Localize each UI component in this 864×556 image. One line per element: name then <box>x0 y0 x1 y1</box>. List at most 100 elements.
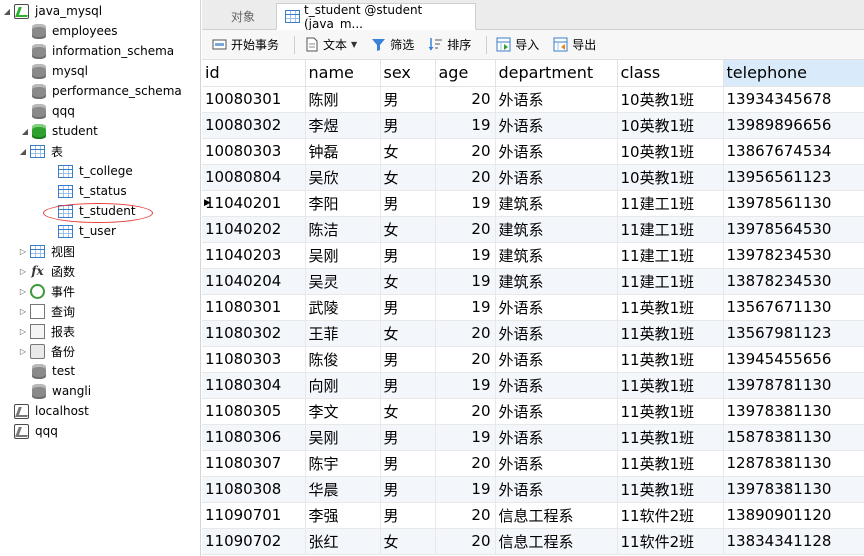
cell-department[interactable]: 外语系 <box>495 320 618 347</box>
cell-name[interactable]: 华晨 <box>305 476 381 503</box>
cell-department[interactable]: 建筑系 <box>495 242 618 269</box>
cell-sex[interactable]: 男 <box>380 294 436 321</box>
cell-class[interactable]: 11软件2班 <box>617 528 724 555</box>
cell-sex[interactable]: 女 <box>380 398 436 425</box>
collapse-arrow-icon[interactable]: ▷ <box>18 306 28 316</box>
tree-item[interactable]: ▷ 备份 <box>18 341 75 361</box>
cell-class[interactable]: 11英教1班 <box>617 424 724 451</box>
cell-class[interactable]: 11英教1班 <box>617 346 724 373</box>
cell-name[interactable]: 张红 <box>305 528 381 555</box>
collapse-arrow-icon[interactable]: ▷ <box>18 266 28 276</box>
text-button[interactable]: 文本 ▼ <box>300 33 361 57</box>
column-header-age[interactable]: age <box>435 60 496 87</box>
tree-item-mysql[interactable]: mysql <box>20 61 88 81</box>
tree-item[interactable]: ▷ 报表 <box>18 321 75 341</box>
cell-age[interactable]: 20 <box>435 450 496 477</box>
cell-id[interactable]: 11080306 <box>202 424 306 451</box>
cell-department[interactable]: 信息工程系 <box>495 502 618 529</box>
begin-transaction-button[interactable]: 开始事务 <box>208 33 283 57</box>
cell-class[interactable]: 11英教1班 <box>617 398 724 425</box>
cell-id[interactable]: 11090702 <box>202 528 306 555</box>
cell-id[interactable]: 11040201 <box>202 190 306 217</box>
cell-age[interactable]: 20 <box>435 86 496 113</box>
sort-button[interactable]: 排序 <box>424 33 475 57</box>
cell-name[interactable]: 吴灵 <box>305 268 381 295</box>
cell-age[interactable]: 19 <box>435 424 496 451</box>
cell-age[interactable]: 19 <box>435 190 496 217</box>
tree-item-t_status[interactable]: t_status <box>46 181 127 201</box>
tree-item-student[interactable]: ◢ student <box>20 121 98 141</box>
cell-id[interactable]: 11080305 <box>202 398 306 425</box>
collapse-arrow-icon[interactable]: ▷ <box>18 326 28 336</box>
tree-item[interactable]: ▷ 事件 <box>18 281 75 301</box>
cell-id[interactable]: 11080304 <box>202 372 306 399</box>
navigation-tree[interactable]: ◢ java_mysql employees information_schema my… <box>0 0 201 556</box>
cell-class[interactable]: 11软件2班 <box>617 502 724 529</box>
cell-id[interactable]: 10080302 <box>202 112 306 139</box>
cell-class[interactable]: 11英教1班 <box>617 320 724 347</box>
tree-item-wangli[interactable]: wangli <box>20 381 91 401</box>
cell-sex[interactable]: 女 <box>380 164 436 191</box>
cell-sex[interactable]: 男 <box>380 242 436 269</box>
cell-name[interactable]: 陈宇 <box>305 450 381 477</box>
cell-telephone[interactable]: 13956561123 <box>723 164 864 191</box>
cell-name[interactable]: 武陵 <box>305 294 381 321</box>
cell-id[interactable]: 11040202 <box>202 216 306 243</box>
cell-name[interactable]: 吴欣 <box>305 164 381 191</box>
cell-telephone[interactable]: 13567671130 <box>723 294 864 321</box>
cell-name[interactable]: 王菲 <box>305 320 381 347</box>
collapse-arrow-icon[interactable]: ▷ <box>18 286 28 296</box>
cell-id[interactable]: 10080301 <box>202 86 306 113</box>
cell-department[interactable]: 建筑系 <box>495 216 618 243</box>
cell-telephone[interactable]: 13945455656 <box>723 346 864 373</box>
table-row[interactable]: 11080302 王菲女 20 外语系 11英教1班 13567981123 <box>202 320 864 347</box>
cell-age[interactable]: 20 <box>435 346 496 373</box>
cell-age[interactable]: 19 <box>435 268 496 295</box>
cell-telephone[interactable]: 13978234530 <box>723 242 864 269</box>
tree-item[interactable]: ◢ 表 <box>18 141 63 161</box>
table-row[interactable]: 11080308 华晨男 19 外语系 11英教1班 13978381130 <box>202 476 864 503</box>
cell-class[interactable]: 11建工1班 <box>617 242 724 269</box>
tree-item[interactable]: ▷ fx 函数 <box>18 261 75 281</box>
cell-telephone[interactable]: 13978381130 <box>723 398 864 425</box>
cell-class[interactable]: 11建工1班 <box>617 216 724 243</box>
table-row[interactable]: 10080302 李煜男 19 外语系 10英教1班 13989896656 <box>202 112 864 139</box>
cell-age[interactable]: 20 <box>435 320 496 347</box>
cell-class[interactable]: 10英教1班 <box>617 112 724 139</box>
tree-item-t_college[interactable]: t_college <box>46 161 133 181</box>
cell-name[interactable]: 钟磊 <box>305 138 381 165</box>
cell-sex[interactable]: 男 <box>380 86 436 113</box>
tree-item[interactable]: ▷ 视图 <box>18 241 75 261</box>
cell-class[interactable]: 11建工1班 <box>617 268 724 295</box>
tree-item-t_student[interactable]: t_student <box>46 201 136 221</box>
cell-telephone[interactable]: 12878381130 <box>723 450 864 477</box>
cell-department[interactable]: 外语系 <box>495 112 618 139</box>
tree-item[interactable]: ▷ 查询 <box>18 301 75 321</box>
collapse-arrow-icon[interactable]: ▷ <box>18 246 28 256</box>
table-row[interactable]: 11040202 陈洁女 20 建筑系 11建工1班 13978564530 <box>202 216 864 243</box>
cell-sex[interactable]: 女 <box>380 138 436 165</box>
cell-class[interactable]: 11英教1班 <box>617 372 724 399</box>
cell-id[interactable]: 11080303 <box>202 346 306 373</box>
cell-id[interactable]: 11090701 <box>202 502 306 529</box>
cell-id[interactable]: 11040203 <box>202 242 306 269</box>
tree-item-test[interactable]: test <box>20 361 75 381</box>
cell-id[interactable]: 10080804 <box>202 164 306 191</box>
cell-sex[interactable]: 男 <box>380 346 436 373</box>
cell-sex[interactable]: 女 <box>380 320 436 347</box>
tree-item-information_schema[interactable]: information_schema <box>20 41 174 61</box>
cell-age[interactable]: 19 <box>435 372 496 399</box>
cell-telephone[interactable]: 13890901120 <box>723 502 864 529</box>
filter-button[interactable]: 筛选 <box>367 33 418 57</box>
cell-age[interactable]: 20 <box>435 528 496 555</box>
cell-telephone[interactable]: 13934345678 <box>723 86 864 113</box>
cell-department[interactable]: 信息工程系 <box>495 528 618 555</box>
expand-arrow-icon[interactable]: ◢ <box>20 126 30 136</box>
column-header-class[interactable]: class <box>617 60 724 87</box>
tree-item-performance_schema[interactable]: performance_schema <box>20 81 182 101</box>
table-row[interactable]: 11080306 吴刚男 19 外语系 11英教1班 15878381130 <box>202 424 864 451</box>
cell-class[interactable]: 10英教1班 <box>617 164 724 191</box>
tree-item-qqq[interactable]: qqq <box>2 421 58 441</box>
tree-item-employees[interactable]: employees <box>20 21 117 41</box>
import-button[interactable]: 导入 <box>492 33 543 57</box>
